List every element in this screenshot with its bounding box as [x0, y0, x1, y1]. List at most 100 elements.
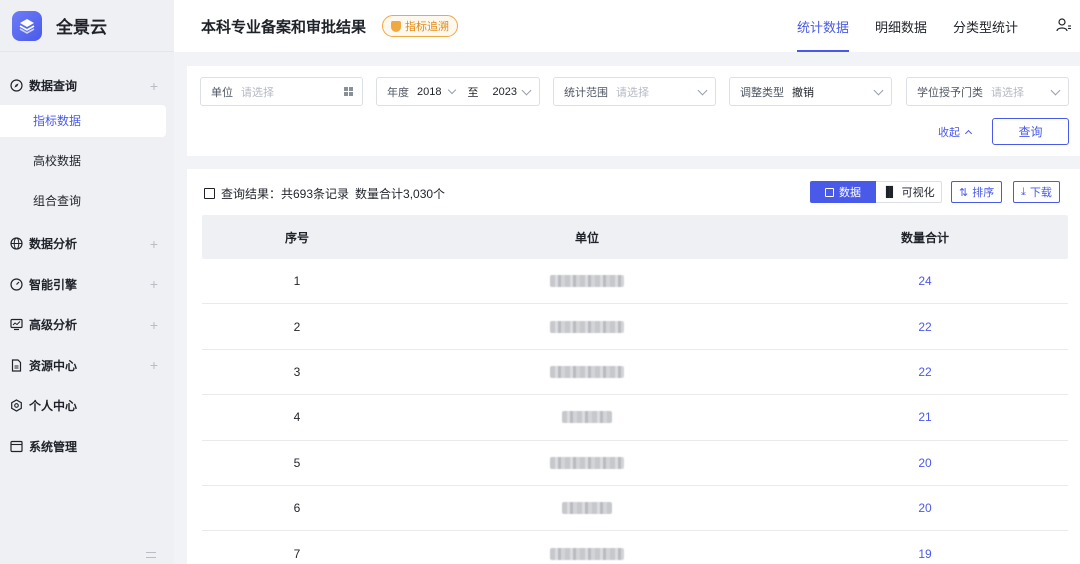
table-icon [204, 188, 215, 199]
plus-icon[interactable]: + [150, 78, 158, 94]
row-unit-redacted [392, 502, 782, 515]
view-toggle: 数据 ▐▌ 可视化 [810, 181, 942, 203]
plus-icon[interactable]: + [150, 317, 158, 333]
view-tabs: 统计数据 明细数据 分类型统计 [797, 0, 1044, 52]
nav-group-smart-engine[interactable]: 智能引擎 + [0, 265, 174, 303]
nav-group-resource-center[interactable]: 资源中心 + [0, 346, 174, 384]
row-count-link[interactable]: 19 [782, 547, 1068, 561]
sidebar-item-university-data[interactable]: 高校数据 [0, 145, 166, 177]
chevron-down-icon [697, 85, 708, 96]
year-separator: 至 [467, 86, 479, 99]
nav-group-label: 智能引擎 [29, 277, 78, 292]
chevron-down-icon [448, 85, 457, 95]
row-count-link[interactable]: 21 [782, 410, 1068, 424]
scope-label: 统计范围 [564, 86, 608, 99]
year-label: 年度 [387, 86, 409, 99]
column-header-count: 数量合计 [900, 230, 949, 245]
scope-select[interactable]: 统计范围 请选择 [553, 77, 716, 106]
nav-group-personal-center[interactable]: 个人中心 [0, 387, 174, 425]
row-unit-redacted [392, 320, 782, 333]
result-table: 序号 单位 数量合计 1 24 2 22 3 22 4 21 5 20 6 20… [202, 215, 1068, 564]
nav-group-label: 个人中心 [29, 399, 78, 413]
download-button[interactable]: ⤓ 下载 [1013, 181, 1060, 203]
nav-group-label: 数据查询 [29, 79, 78, 93]
year-range-picker[interactable]: 年度 2018 至 2023 [376, 77, 540, 106]
trace-badge[interactable]: 指标追溯 [382, 15, 459, 37]
sidebar-item-combined-query[interactable]: 组合查询 [0, 185, 166, 217]
degree-category-select[interactable]: 学位授予门类 请选择 [906, 77, 1069, 106]
chevron-down-icon [873, 85, 884, 96]
row-unit-redacted [392, 456, 782, 469]
row-count-link[interactable]: 22 [782, 320, 1068, 334]
bar-chart-icon: ▐▌ [882, 186, 897, 198]
tab-category-stats[interactable]: 分类型统计 [953, 0, 1018, 52]
row-unit-redacted [392, 275, 782, 288]
row-count-link[interactable]: 24 [782, 274, 1068, 288]
filter-panel: 单位 请选择 年度 2018 至 2023 统计范围 请选择 调整类型 撤销 学… [187, 66, 1080, 156]
unit-select[interactable]: 单位 请选择 [200, 77, 363, 106]
plus-icon[interactable]: + [150, 236, 158, 252]
query-button[interactable]: 查询 [992, 118, 1069, 145]
result-total: 数量合计3,030个 [355, 187, 446, 201]
gear-icon [10, 399, 23, 412]
view-chart-button[interactable]: ▐▌ 可视化 [876, 181, 942, 203]
sort-label: 排序 [972, 187, 995, 199]
logo-row: 全景云 [0, 0, 174, 52]
scope-placeholder: 请选择 [616, 86, 649, 99]
sidebar-item-indicator-data[interactable]: 指标数据 [0, 104, 166, 137]
view-data-label: 数据 [839, 187, 861, 199]
degree-category-placeholder: 请选择 [991, 86, 1024, 99]
adjust-type-value: 撤销 [792, 86, 814, 99]
sidebar: 全景云 数据查询 + 指标数据 高校数据 组合查询 数据分析 + 智能引擎 + … [0, 0, 174, 564]
row-unit-redacted [392, 365, 782, 378]
row-index: 2 [293, 319, 301, 334]
plus-icon[interactable]: + [150, 276, 158, 292]
view-data-button[interactable]: 数据 [810, 181, 876, 203]
unit-label: 单位 [211, 86, 233, 99]
nav-group-label: 高级分析 [29, 318, 78, 332]
table-row: 1 24 [202, 259, 1068, 305]
result-summary: 查询结果：共693条记录 数量合计3,030个 [204, 185, 445, 202]
compass-icon [10, 79, 23, 92]
table-icon [825, 187, 834, 197]
degree-category-label: 学位授予门类 [917, 86, 983, 99]
nav-group-advanced-analysis[interactable]: 高级分析 + [0, 306, 174, 344]
sort-button[interactable]: ⇅ 排序 [951, 181, 1003, 203]
sidebar-collapse-handle[interactable] [146, 552, 156, 558]
nav-group-label: 数据分析 [29, 237, 78, 251]
table-header: 序号 单位 数量合计 [202, 215, 1068, 259]
nav-group-label: 系统管理 [29, 439, 78, 454]
row-count-link[interactable]: 20 [782, 456, 1068, 470]
result-summary-text: 查询结果：共693条记录 [221, 187, 350, 201]
row-count-link[interactable]: 20 [782, 501, 1068, 515]
table-row: 6 20 [202, 486, 1068, 532]
trace-badge-label: 指标追溯 [405, 21, 450, 33]
plus-icon[interactable]: + [150, 357, 158, 373]
tab-statistics[interactable]: 统计数据 [797, 0, 850, 52]
chevron-up-icon [964, 129, 973, 138]
row-unit-redacted [392, 411, 782, 424]
year-from[interactable]: 2018 [417, 86, 441, 98]
adjust-type-label: 调整类型 [740, 86, 784, 99]
tab-details[interactable]: 明细数据 [875, 0, 927, 52]
collapse-link[interactable]: 收起 [938, 124, 973, 140]
collapse-label: 收起 [938, 127, 960, 139]
table-row: 3 22 [202, 350, 1068, 396]
table-row: 2 22 [202, 304, 1068, 350]
globe-icon [10, 237, 23, 250]
result-panel: 查询结果：共693条记录 数量合计3,030个 数据 ▐▌ 可视化 ⇅ 排序 ⤓… [187, 169, 1080, 564]
window-icon [10, 440, 23, 453]
table-row: 5 20 [202, 441, 1068, 486]
page-title: 本科专业备案和审批结果 [201, 18, 367, 36]
nav-group-data-analysis[interactable]: 数据分析 + [0, 225, 174, 263]
download-icon: ⤓ [1021, 185, 1026, 198]
user-settings-icon[interactable] [1056, 17, 1072, 33]
adjust-type-select[interactable]: 调整类型 撤销 [729, 77, 892, 106]
view-chart-label: 可视化 [901, 187, 935, 199]
chevron-down-icon [521, 85, 532, 96]
row-count-link[interactable]: 22 [782, 365, 1068, 379]
nav-group-data-query[interactable]: 数据查询 + [0, 67, 174, 105]
nav-group-system-admin[interactable]: 系统管理 [0, 427, 174, 465]
year-to[interactable]: 2023 [492, 86, 516, 98]
app-title: 全景云 [56, 18, 107, 37]
